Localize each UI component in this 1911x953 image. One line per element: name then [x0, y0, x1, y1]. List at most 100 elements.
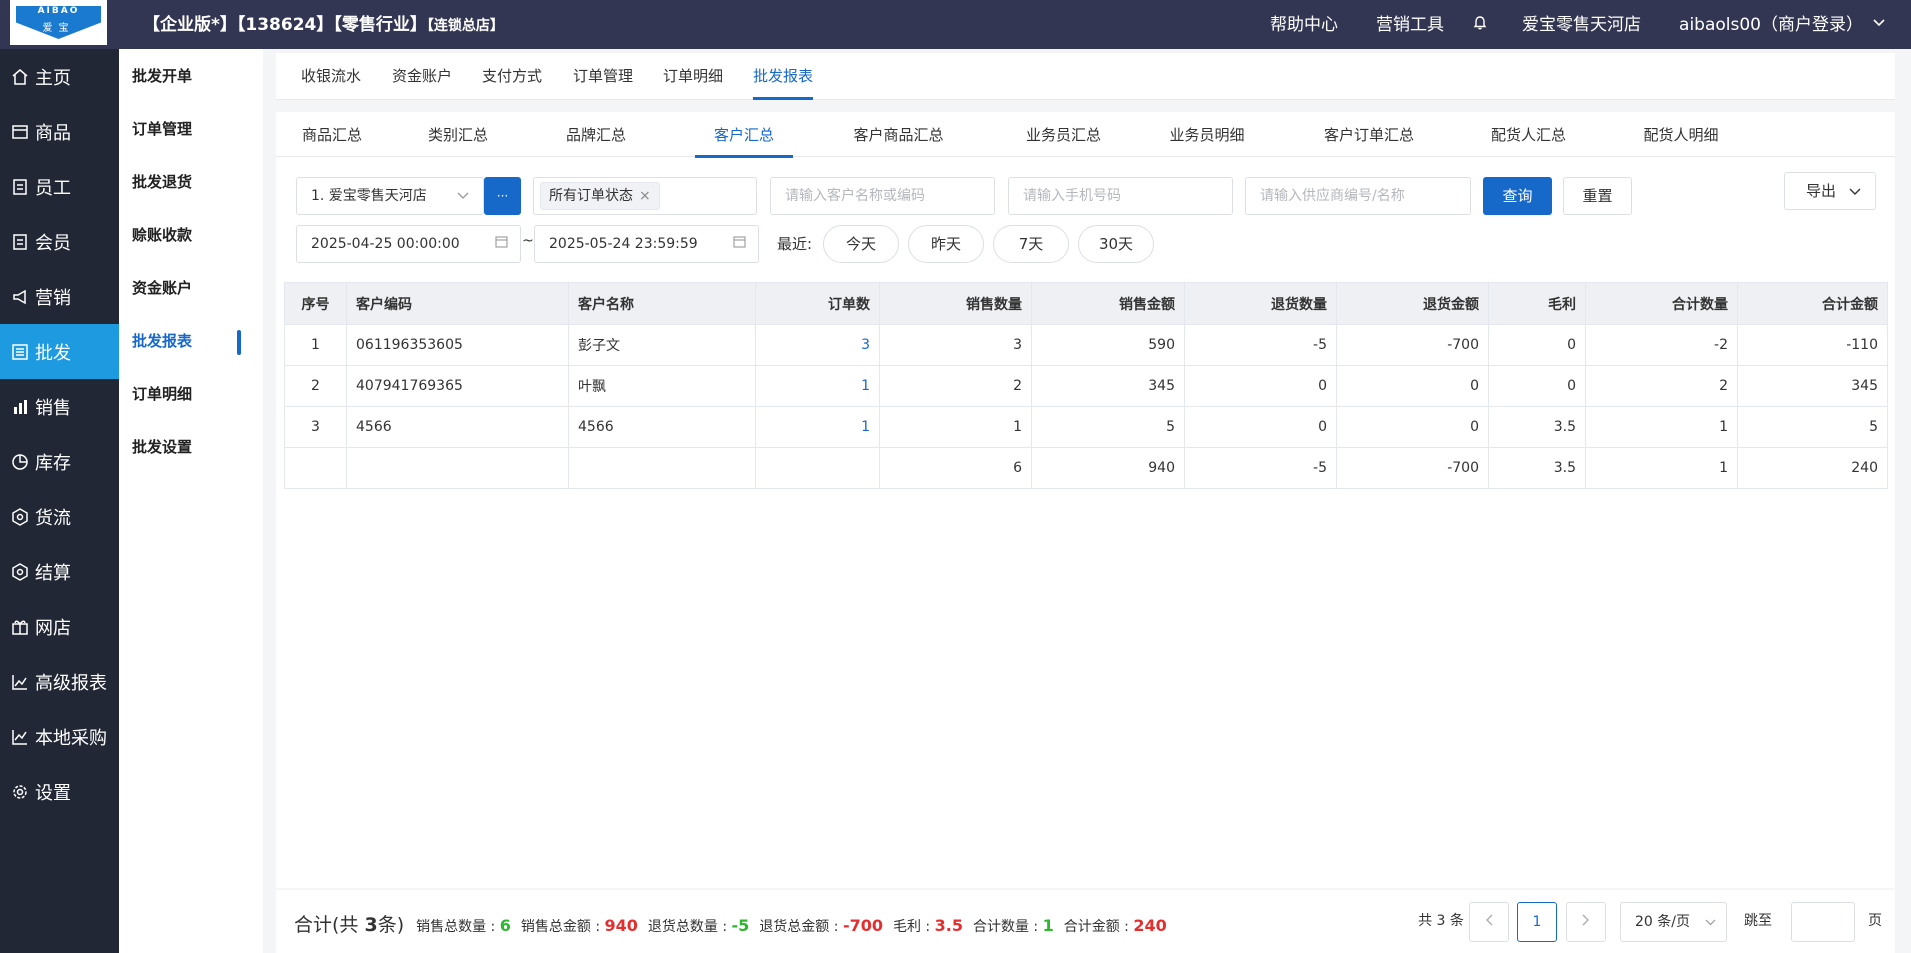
staff-icon: [11, 178, 29, 196]
subnav-item-0[interactable]: 批发开单: [119, 50, 263, 103]
tab-top-2[interactable]: 支付方式: [482, 53, 542, 100]
subnav-item-7[interactable]: 批发设置: [119, 421, 263, 474]
jump-page-input[interactable]: [1791, 902, 1855, 942]
total-qty-summary: 合计数量 : 1: [973, 916, 1054, 936]
tab-report-2[interactable]: 品牌汇总: [527, 112, 665, 157]
total-gross-profit: 3.5: [1488, 447, 1586, 489]
marketing-tools-link[interactable]: 营销工具: [1376, 10, 1444, 35]
prev-page-button[interactable]: [1469, 902, 1509, 942]
sidebar-item-3[interactable]: 会员: [0, 214, 119, 269]
bell-icon[interactable]: [1472, 15, 1488, 31]
calendar-icon: [733, 226, 746, 262]
cell-index: 1: [284, 324, 347, 366]
sidebar-item-1[interactable]: 商品: [0, 104, 119, 159]
sidebar-item-label: 员工: [35, 177, 71, 199]
cell-customer-code: 061196353605: [346, 324, 569, 366]
query-button[interactable]: 查询: [1483, 177, 1552, 215]
tab-report-3[interactable]: 客户汇总: [695, 112, 793, 158]
sidebar-item-2[interactable]: 员工: [0, 159, 119, 214]
subnav-item-2[interactable]: 批发退货: [119, 156, 263, 209]
sidebar-item-6[interactable]: 销售: [0, 379, 119, 434]
tab-report-4[interactable]: 客户商品汇总: [821, 112, 976, 157]
page-unit-label: 页: [1868, 913, 1882, 929]
sidebar-item-label: 批发: [35, 342, 71, 364]
return-qty-label: 退货总数量 :: [647, 919, 732, 935]
subnav-item-4[interactable]: 资金账户: [119, 262, 263, 315]
start-date-input[interactable]: 2025-04-25 00:00:00: [296, 225, 521, 263]
yesterday-button[interactable]: 昨天: [908, 225, 984, 263]
tab-report-9[interactable]: 配货人明细: [1598, 112, 1764, 157]
logistics-icon: [11, 507, 29, 526]
tab-report-7[interactable]: 客户订单汇总: [1279, 112, 1459, 157]
sidebar-item-10[interactable]: 网店: [0, 599, 119, 654]
reset-button[interactable]: 重置: [1563, 177, 1632, 215]
tab-report-8[interactable]: 配货人汇总: [1459, 112, 1598, 157]
header-customer-name: 客户名称: [568, 282, 756, 325]
cell-gross-profit: 3.5: [1488, 406, 1586, 448]
cell-order-count[interactable]: 1: [755, 365, 880, 407]
tab-top-5[interactable]: 批发报表: [753, 53, 814, 100]
cell-index: 2: [284, 365, 347, 407]
phone-input[interactable]: 请输入手机号码: [1008, 177, 1233, 215]
cell-sales-amount: 5: [1031, 406, 1185, 448]
sales-amount-value: 940: [604, 916, 638, 935]
subnav-item-3[interactable]: 赊账收款: [119, 209, 263, 262]
line-chart-icon: [11, 673, 29, 691]
sidebar-item-12[interactable]: 本地采购: [0, 709, 119, 764]
aibao-logo[interactable]: AIBAO 爱宝: [10, 0, 107, 45]
page-number-button[interactable]: 1: [1517, 902, 1557, 942]
store-select[interactable]: 1. 爱宝零售天河店: [296, 177, 484, 215]
tab-top-3[interactable]: 订单管理: [573, 53, 633, 100]
tab-report-5[interactable]: 业务员汇总: [992, 112, 1135, 157]
order-status-select[interactable]: 所有订单状态 ×: [533, 177, 757, 215]
store-more-button[interactable]: ···: [484, 177, 521, 215]
sidebar-item-7[interactable]: 库存: [0, 434, 119, 489]
today-button[interactable]: 今天: [823, 225, 899, 263]
total-total-qty: 1: [1585, 447, 1738, 489]
sidebar-item-4[interactable]: 营销: [0, 269, 119, 324]
customer-search-input[interactable]: 请输入客户名称或编码: [770, 177, 995, 215]
tab-report-0[interactable]: 商品汇总: [276, 112, 388, 157]
sidebar-item-13[interactable]: 设置: [0, 764, 119, 819]
header-customer-code: 客户编码: [346, 282, 569, 325]
cell-sales-qty: 3: [879, 324, 1032, 366]
settlement-icon: [11, 562, 29, 581]
tab-top-1[interactable]: 资金账户: [392, 53, 452, 100]
next-page-button[interactable]: [1566, 902, 1606, 942]
subnav-item-1[interactable]: 订单管理: [119, 103, 263, 156]
end-date-input[interactable]: 2025-05-24 23:59:59: [534, 225, 759, 263]
cell-sales-qty: 1: [879, 406, 1032, 448]
sidebar-item-0[interactable]: 主页: [0, 49, 119, 104]
cell-order-count[interactable]: 3: [755, 324, 880, 366]
30days-button[interactable]: 30天: [1078, 225, 1154, 263]
sales-qty-summary: 销售总数量 : 6: [416, 916, 511, 936]
cell-customer-name: 4566: [568, 406, 756, 448]
store-name[interactable]: 爱宝零售天河店: [1522, 10, 1641, 35]
subnav-item-5[interactable]: 批发报表: [119, 315, 263, 368]
7days-button[interactable]: 7天: [993, 225, 1069, 263]
tab-report-6[interactable]: 业务员明细: [1135, 112, 1279, 157]
export-dropdown[interactable]: 导出: [1784, 172, 1876, 210]
date-separator: ~: [522, 233, 534, 249]
user-account[interactable]: aibaols00（商户登录）: [1679, 10, 1863, 35]
sidebar-item-11[interactable]: 高级报表: [0, 654, 119, 709]
record-count-prefix: 合计(共: [294, 914, 365, 936]
tab-report-1[interactable]: 类别汇总: [389, 112, 527, 157]
tab-top-4[interactable]: 订单明细: [663, 53, 723, 100]
home-icon: [11, 68, 29, 86]
chevron-right-icon: [1582, 914, 1590, 930]
chevron-down-icon: [457, 178, 469, 214]
supplier-input[interactable]: 请输入供应商编号/名称: [1245, 177, 1471, 215]
sidebar-item-8[interactable]: 货流: [0, 489, 119, 544]
member-icon: [11, 233, 29, 251]
chevron-down-icon[interactable]: [1873, 15, 1885, 31]
cell-order-count[interactable]: 1: [755, 406, 880, 448]
close-icon[interactable]: ×: [639, 188, 651, 204]
sidebar-item-5[interactable]: 批发: [0, 324, 119, 379]
sales-qty-value: 6: [499, 916, 511, 935]
tab-top-0[interactable]: 收银流水: [301, 53, 361, 100]
sidebar-item-9[interactable]: 结算: [0, 544, 119, 599]
page-size-select[interactable]: 20 条/页: [1620, 902, 1727, 942]
help-center-link[interactable]: 帮助中心: [1270, 10, 1338, 35]
subnav-item-6[interactable]: 订单明细: [119, 368, 263, 421]
